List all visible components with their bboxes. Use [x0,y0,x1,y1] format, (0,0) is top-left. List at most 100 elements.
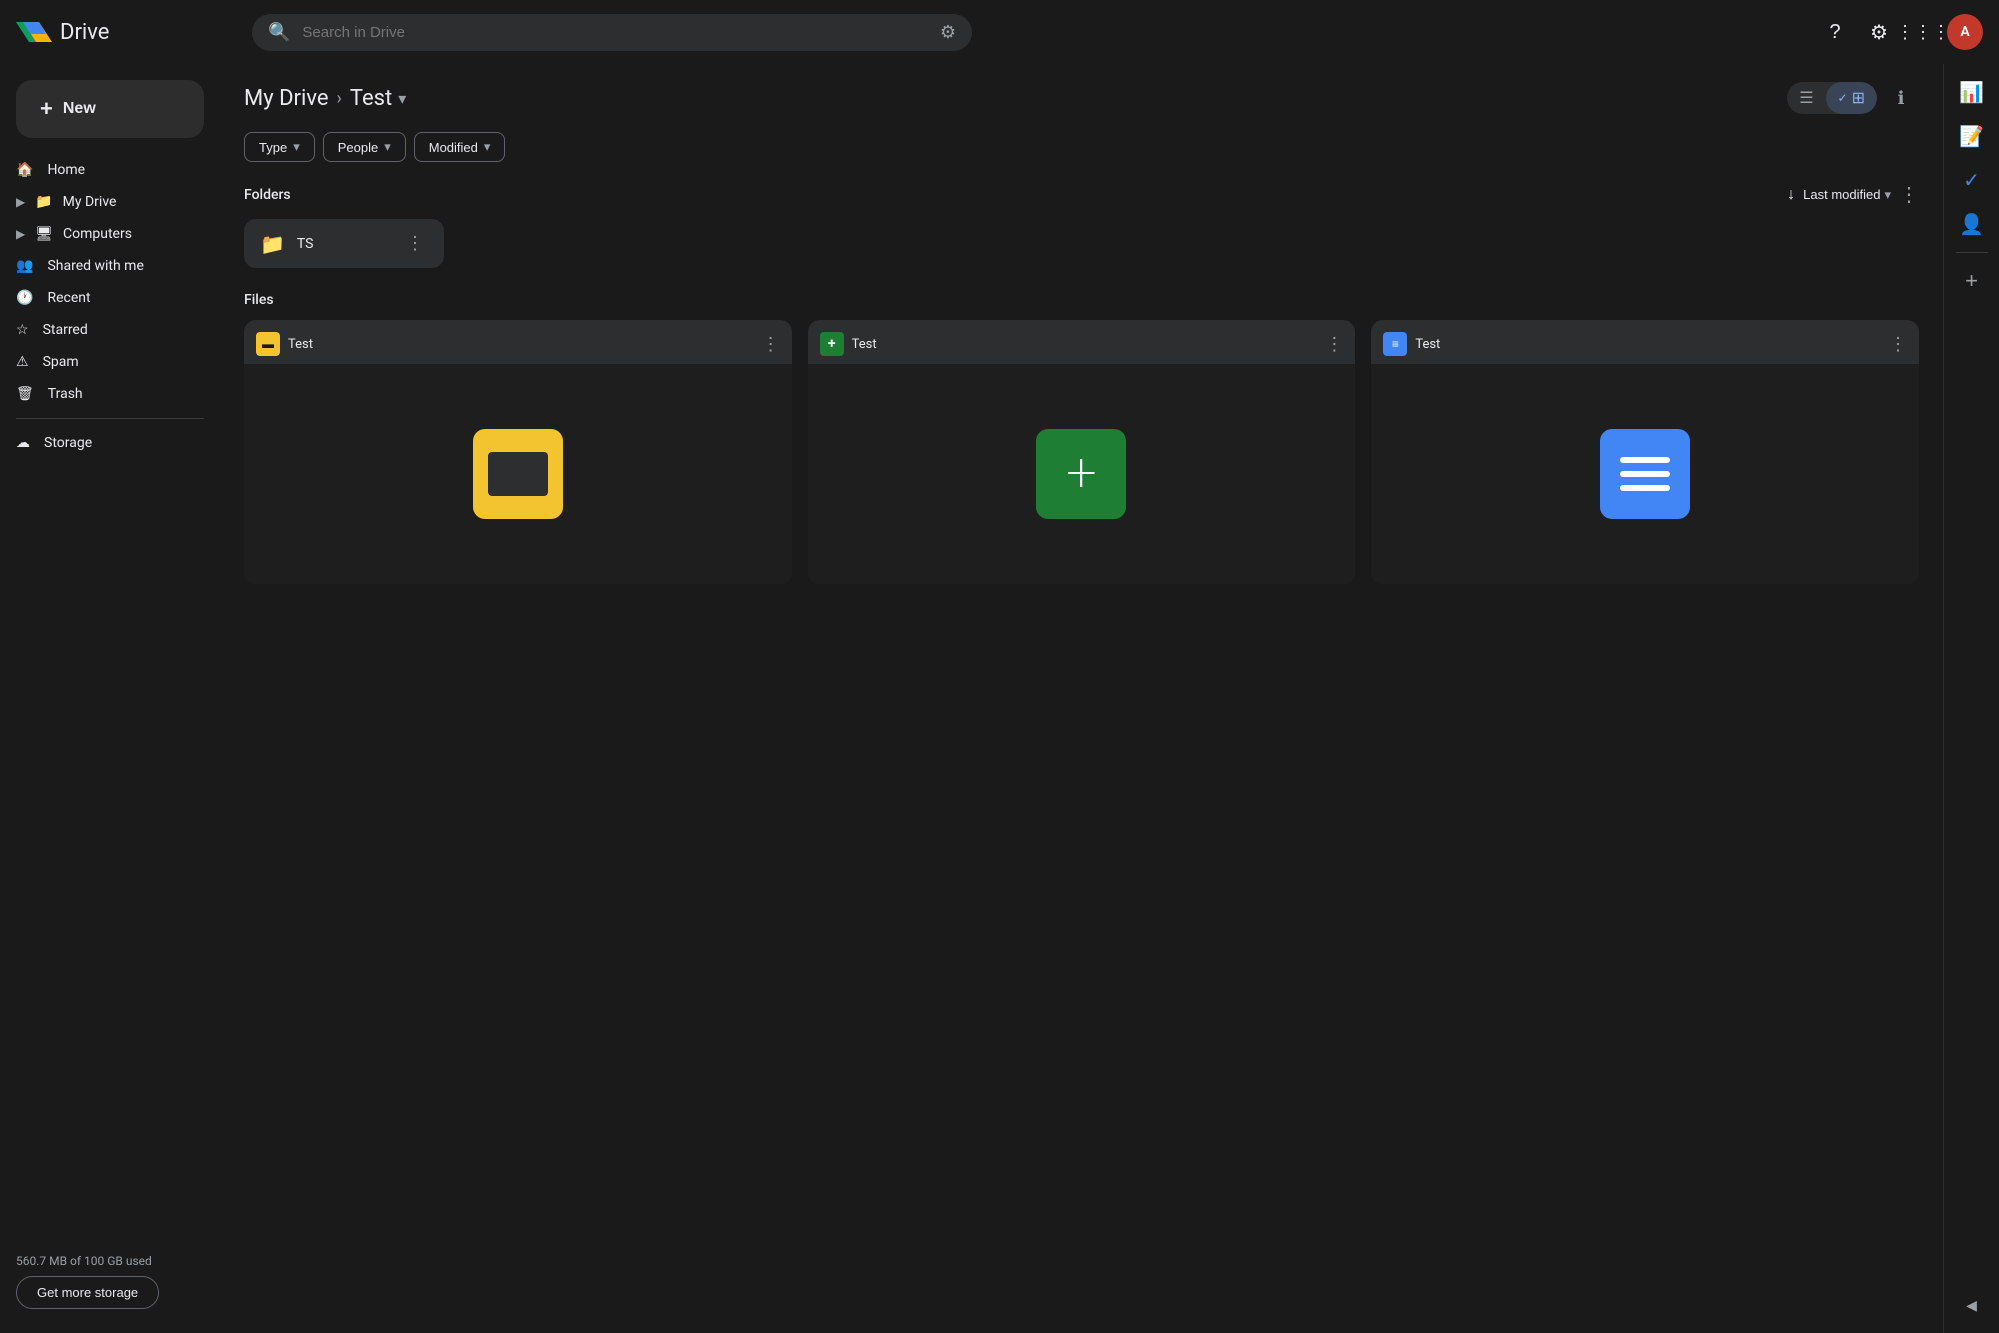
folder-name: TS [297,236,390,252]
forms-type-icon: + [820,332,844,356]
sidebar-item-trash[interactable]: 🗑 Trash [0,378,204,410]
plus-icon: + [40,96,53,122]
sidebar-item-starred[interactable]: ☆ Starred [0,314,204,346]
filter-bar: Type ▾ People ▾ Modified ▾ [244,132,1919,162]
folders-more-button[interactable]: ⋮ [1899,182,1919,207]
sidebar-item-storage-label: Storage [44,435,92,451]
view-toggle: ☰ ✓ ⊞ [1787,82,1877,114]
docs-file-menu-button[interactable]: ⋮ [1889,334,1907,355]
file-title-area: ≡ Test [1383,332,1440,356]
sidebar-item-recent[interactable]: 🕐 Recent [0,282,204,314]
file-card-forms[interactable]: + Test ⋮ + [808,320,1356,584]
folders-title: Folders [244,187,291,203]
breadcrumb-current-label: Test [350,86,392,111]
apps-button[interactable]: ⋮⋮⋮ [1903,12,1943,52]
sidebar-item-shared[interactable]: 👥 Shared with me [0,250,204,282]
sidebar-item-starred-label: Starred [43,322,88,338]
search-input[interactable] [302,24,927,41]
people-filter-arrow: ▾ [384,139,391,155]
forms-file-name: Test [852,337,877,352]
sidebar-item-storage[interactable]: ☁ Storage [0,427,204,459]
get-more-storage-button[interactable]: Get more storage [16,1276,159,1309]
file-card-header: ≡ Test ⋮ [1371,320,1919,364]
sheets-button[interactable]: 📊 [1952,72,1992,112]
keep-button[interactable]: 📝 [1952,116,1992,156]
view-controls: ☰ ✓ ⊞ ℹ [1787,80,1919,116]
sidebar-item-shared-label: Shared with me [47,258,143,274]
people-filter-chip[interactable]: People ▾ [323,132,406,162]
folder-icon: 📁 [260,232,285,256]
docs-file-name: Test [1415,337,1440,352]
sort-label: Last modified [1803,187,1880,202]
sort-down-button[interactable]: ↓ [1787,186,1795,204]
docs-type-icon: ≡ [1383,332,1407,356]
file-card-docs[interactable]: ≡ Test ⋮ [1371,320,1919,584]
shared-icon: 👥 [16,258,33,274]
breadcrumb-current-btn[interactable]: Test ▾ [350,86,406,111]
trash-icon: 🗑 [16,386,34,402]
sidebar-item-recent-label: Recent [47,290,90,306]
new-button[interactable]: + New [16,80,204,138]
docs-preview-icon [1600,429,1690,519]
breadcrumb-parent[interactable]: My Drive [244,86,329,111]
sidebar-item-my-drive[interactable]: ▶ 📁 My Drive [0,186,204,218]
settings-button[interactable]: ⚙ [1859,12,1899,52]
sidebar-item-computers[interactable]: ▶ 🖥 Computers [0,218,204,250]
slides-file-preview [244,364,792,584]
sort-label-button[interactable]: Last modified ▾ [1803,187,1891,203]
slides-file-name: Test [288,337,313,352]
logo-area: Drive [16,14,236,50]
computers-icon: 🖥 [35,226,53,242]
search-icon: 🔍 [268,22,290,43]
sidebar-item-computers-label: Computers [63,226,132,242]
storage-section: 560.7 MB of 100 GB used Get more storage [16,1238,204,1309]
people-filter-label: People [338,140,378,155]
sidebar-item-my-drive-label: My Drive [63,194,117,210]
file-title-area: + Test [820,332,877,356]
sidebar-item-trash-label: Trash [48,386,83,402]
modified-filter-label: Modified [429,140,478,155]
folders-section: Folders ↓ Last modified ▾ ⋮ 📁 TS ⋮ [244,182,1919,268]
arrow-icon: ▶ [16,227,25,241]
breadcrumb: My Drive › Test ▾ [244,86,406,111]
list-view-button[interactable]: ☰ [1787,82,1825,114]
new-button-label: New [63,100,96,118]
sidebar-item-home-label: Home [47,162,85,178]
sidebar-item-spam-label: Spam [43,354,79,370]
folders-header: Folders ↓ Last modified ▾ ⋮ [244,182,1919,207]
info-button[interactable]: ℹ [1883,80,1919,116]
modified-filter-arrow: ▾ [484,139,491,155]
folders-actions: ↓ Last modified ▾ ⋮ [1787,182,1919,207]
forms-preview-icon: + [1036,429,1126,519]
content: My Drive › Test ▾ ☰ ✓ ⊞ ℹ [220,64,1943,1333]
topbar-actions: ? ⚙ ⋮⋮⋮ A [1815,12,1983,52]
tasks-button[interactable]: ✓ [1952,160,1992,200]
folder-menu-button[interactable]: ⋮ [402,231,428,256]
search-tune-icon[interactable]: ⚙ [940,22,956,43]
modified-filter-chip[interactable]: Modified ▾ [414,132,506,162]
forms-file-menu-button[interactable]: ⋮ [1325,334,1343,355]
add-apps-button[interactable]: + [1952,261,1992,301]
help-button[interactable]: ? [1815,12,1855,52]
folder-item[interactable]: 📁 TS ⋮ [244,219,444,268]
files-title: Files [244,292,274,308]
starred-icon: ☆ [16,322,29,338]
sidebar-item-spam[interactable]: ⚠ Spam [0,346,204,378]
file-card-header: ▬ Test ⋮ [244,320,792,364]
arrow-icon: ▶ [16,195,25,209]
grid-view-button[interactable]: ✓ ⊞ [1826,82,1877,114]
expand-button[interactable]: ◀ [1952,1285,1992,1325]
search-bar[interactable]: 🔍 ⚙ [252,14,972,51]
home-icon: 🏠 [16,162,33,178]
breadcrumb-separator: › [337,88,342,109]
sidebar-item-home[interactable]: 🏠 Home [0,154,204,186]
sidebar: + New 🏠 Home ▶ 📁 My Drive ▶ 🖥 Computers … [0,64,220,1333]
storage-text: 560.7 MB of 100 GB used [16,1254,204,1268]
type-filter-chip[interactable]: Type ▾ [244,132,315,162]
my-drive-icon: 📁 [35,194,52,210]
meet-button[interactable]: 👤 [1952,204,1992,244]
sort-arrow-icon: ▾ [1884,187,1891,203]
file-card-slides[interactable]: ▬ Test ⋮ [244,320,792,584]
slides-file-menu-button[interactable]: ⋮ [762,334,780,355]
avatar[interactable]: A [1947,14,1983,50]
